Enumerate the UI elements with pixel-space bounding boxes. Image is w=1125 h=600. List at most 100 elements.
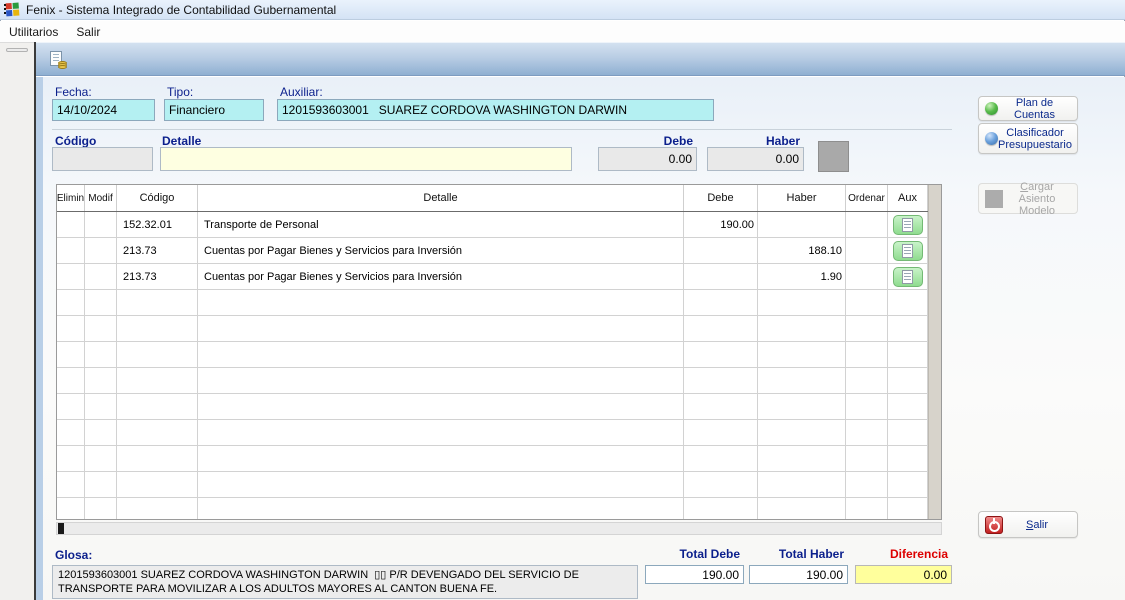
ordenar-cell	[846, 238, 888, 264]
scrollbar-thumb[interactable]	[58, 523, 64, 534]
table-row	[57, 368, 928, 394]
plan-de-cuentas-button[interactable]: Plan de Cuentas	[978, 96, 1078, 121]
aux-cell	[888, 446, 928, 472]
aux-cell	[888, 290, 928, 316]
glosa-label: Glosa:	[55, 548, 92, 562]
aux-cell	[888, 238, 928, 264]
haber-cell	[758, 368, 846, 394]
codigo-cell	[117, 290, 198, 316]
debe-cell	[684, 368, 758, 394]
detalle-cell: Cuentas por Pagar Bienes y Servicios par…	[198, 264, 684, 290]
debe-cell	[684, 316, 758, 342]
haber-cell	[758, 498, 846, 520]
grid-header-elimin: Elimin	[57, 185, 85, 211]
content-area: Fecha: 14/10/2024 Tipo: Financiero Auxil…	[36, 77, 1125, 600]
aux-cell	[888, 498, 928, 520]
ordenar-cell	[846, 368, 888, 394]
debe-cell	[684, 394, 758, 420]
codigo-cell	[117, 342, 198, 368]
modif-cell[interactable]	[85, 264, 117, 290]
codigo-cell: 213.73	[117, 238, 198, 264]
aux-cell	[888, 316, 928, 342]
new-entry-button[interactable]	[45, 47, 71, 73]
aux-button[interactable]	[893, 241, 923, 261]
menu-item-utilitarios[interactable]: Utilitarios	[0, 22, 67, 42]
table-row	[57, 420, 928, 446]
ordenar-cell	[846, 498, 888, 520]
splitter-handle[interactable]	[6, 48, 28, 52]
blue-sphere-icon	[985, 132, 998, 145]
haber-cell	[758, 290, 846, 316]
elimin-cell	[57, 420, 85, 446]
document-icon	[902, 270, 913, 284]
detalle-cell	[198, 290, 684, 316]
menu-item-salir[interactable]: Salir	[67, 22, 109, 42]
table-row: 213.73Cuentas por Pagar Bienes y Servici…	[57, 238, 928, 264]
total-debe-field[interactable]: 190.00	[645, 565, 744, 584]
grid-header-aux: Aux	[888, 185, 928, 211]
modif-cell	[85, 498, 117, 520]
debe-input[interactable]: 0.00	[598, 147, 697, 171]
horizontal-scrollbar[interactable]	[56, 522, 942, 535]
diferencia-field[interactable]: 0.00	[855, 565, 952, 584]
fecha-input[interactable]: 14/10/2024	[52, 99, 155, 121]
haber-cell	[758, 316, 846, 342]
vertical-scrollbar[interactable]	[928, 185, 941, 519]
total-haber-field[interactable]: 190.00	[749, 565, 848, 584]
haber-input[interactable]: 0.00	[707, 147, 804, 171]
detalle-input[interactable]	[160, 147, 572, 171]
ordenar-cell	[846, 342, 888, 368]
modif-cell[interactable]	[85, 238, 117, 264]
gray-square-icon	[985, 190, 1003, 208]
aux-button[interactable]	[893, 267, 923, 287]
document-icon	[902, 218, 913, 232]
codigo-cell	[117, 394, 198, 420]
toolbar	[36, 42, 1125, 76]
glosa-textarea[interactable]: 1201593603001 SUAREZ CORDOVA WASHINGTON …	[52, 565, 638, 599]
codigo-cell	[117, 498, 198, 520]
clasificador-label-line2: Presupuestario	[998, 139, 1072, 151]
entry-action-button[interactable]	[818, 141, 849, 172]
aux-button[interactable]	[893, 215, 923, 235]
auxiliar-input[interactable]: 1201593603001 SUAREZ CORDOVA WASHINGTON …	[277, 99, 714, 121]
debe-cell	[684, 498, 758, 520]
elimin-cell	[57, 290, 85, 316]
detalle-cell	[198, 498, 684, 520]
application-window: Fenix - Sistema Integrado de Contabilida…	[0, 0, 1125, 600]
aux-cell	[888, 342, 928, 368]
power-icon	[985, 516, 1003, 534]
modif-cell	[85, 394, 117, 420]
modif-cell	[85, 472, 117, 498]
ordenar-cell	[846, 472, 888, 498]
codigo-input[interactable]	[52, 147, 153, 171]
detalle-cell	[198, 472, 684, 498]
debe-cell	[684, 446, 758, 472]
haber-cell	[758, 472, 846, 498]
debe-cell	[684, 238, 758, 264]
green-sphere-icon	[985, 102, 998, 115]
aux-cell	[888, 264, 928, 290]
codigo-cell: 213.73	[117, 264, 198, 290]
debe-cell	[684, 472, 758, 498]
haber-cell	[758, 342, 846, 368]
salir-button[interactable]: Salir	[978, 511, 1078, 538]
modif-cell	[85, 290, 117, 316]
detalle-cell	[198, 420, 684, 446]
elimin-cell	[57, 472, 85, 498]
elimin-cell	[57, 446, 85, 472]
ordenar-cell	[846, 420, 888, 446]
elimin-cell[interactable]	[57, 264, 85, 290]
elimin-cell[interactable]	[57, 212, 85, 238]
codigo-cell	[117, 472, 198, 498]
table-row	[57, 446, 928, 472]
elimin-cell[interactable]	[57, 238, 85, 264]
modif-cell	[85, 420, 117, 446]
title-bar: Fenix - Sistema Integrado de Contabilida…	[0, 0, 1125, 20]
clasificador-presupuestario-button[interactable]: Clasificador Presupuestario	[978, 123, 1078, 154]
codigo-cell	[117, 316, 198, 342]
total-debe-label: Total Debe	[645, 547, 740, 561]
tipo-input[interactable]: Financiero	[164, 99, 264, 121]
debe-cell	[684, 342, 758, 368]
modif-cell[interactable]	[85, 212, 117, 238]
aux-cell	[888, 212, 928, 238]
